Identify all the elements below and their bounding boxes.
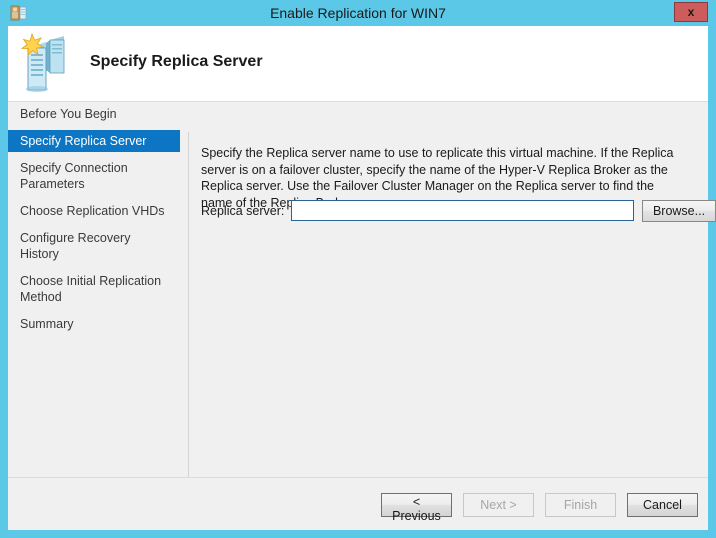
sidebar-item-label: Configure Recovery History [20, 231, 131, 261]
sidebar-item-label: Choose Initial Replication Method [20, 274, 162, 304]
sidebar-item-label: Summary [20, 317, 74, 331]
next-button: Next > [463, 493, 534, 517]
sidebar-item-label: Specify Connection Parameters [20, 161, 128, 191]
previous-button[interactable]: < Previous [381, 493, 452, 523]
page-title: Specify Replica Server [90, 53, 263, 70]
title-bar: Enable Replication for WIN7 x [0, 0, 716, 26]
sidebar-item-label: Choose Replication VHDs [20, 204, 165, 218]
sidebar-item-label: Specify Replica Server [20, 134, 147, 148]
cancel-button[interactable]: Cancel [627, 493, 698, 517]
sidebar-item-configure-recovery-history[interactable]: Configure Recovery History [8, 227, 180, 265]
sidebar-item-specify-connection-parameters[interactable]: Specify Connection Parameters [8, 157, 180, 195]
content-pane: Specify the Replica server name to use t… [189, 103, 716, 476]
wizard-steps-sidebar: Before You Begin Specify Replica Server … [8, 103, 180, 466]
close-button[interactable]: x [674, 2, 708, 22]
dialog-body: Specify Replica Server Before You Begin … [8, 26, 716, 530]
two-servers-starburst-icon [16, 32, 80, 94]
dialog-window: Enable Replication for WIN7 x Specify Re… [0, 0, 716, 538]
sidebar-item-choose-initial-replication-method[interactable]: Choose Initial Replication Method [8, 270, 180, 308]
finish-button: Finish [545, 493, 616, 517]
page-header: Specify Replica Server [8, 26, 708, 102]
sidebar-item-summary[interactable]: Summary [8, 313, 180, 335]
sidebar-item-specify-replica-server[interactable]: Specify Replica Server [8, 130, 180, 152]
replica-server-input[interactable] [291, 200, 634, 221]
button-bar: < Previous Next > Finish Cancel [8, 478, 708, 530]
window-title: Enable Replication for WIN7 [270, 5, 446, 21]
sidebar-item-choose-replication-vhds[interactable]: Choose Replication VHDs [8, 200, 180, 222]
replica-server-label: Replica server: [201, 204, 285, 218]
sidebar-item-before-you-begin[interactable]: Before You Begin [8, 103, 180, 125]
sidebar-item-label: Before You Begin [20, 107, 117, 121]
replica-server-field-row: Replica server: Browse... [201, 200, 716, 222]
browse-button[interactable]: Browse... [642, 200, 716, 222]
